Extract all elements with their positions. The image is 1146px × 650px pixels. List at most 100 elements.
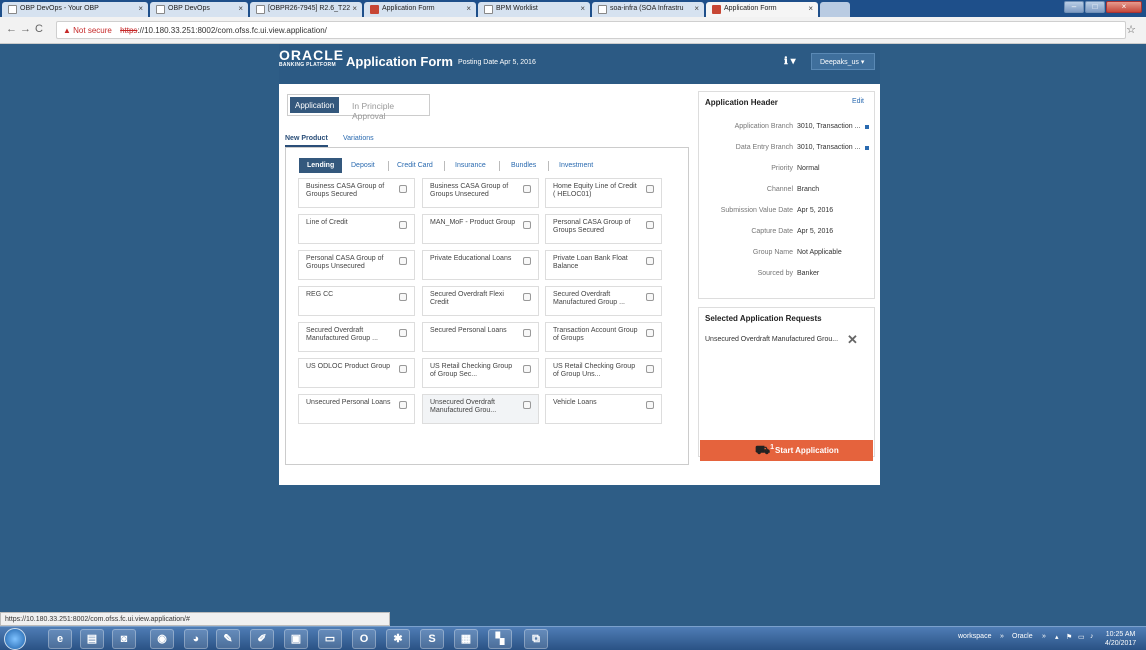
internet-explorer-icon[interactable]: e — [48, 629, 72, 649]
firefox-icon[interactable]: ◕ — [184, 629, 208, 649]
tab-variations[interactable]: Variations — [343, 135, 374, 145]
start-application-button[interactable]: ⛟1 Start Application — [700, 440, 873, 461]
product-card[interactable]: MAN_MoF - Product Group — [422, 214, 539, 244]
reload-icon[interactable]: C — [35, 23, 43, 35]
product-card[interactable]: Secured Personal Loans — [422, 322, 539, 352]
product-card[interactable]: Secured Overdraft Manufactured Group ... — [298, 322, 415, 352]
product-checkbox[interactable] — [523, 329, 531, 337]
remote-desktop-icon[interactable]: ⧉ — [524, 629, 548, 649]
close-icon[interactable]: × — [466, 4, 471, 13]
forward-icon[interactable]: → — [20, 23, 31, 35]
product-card[interactable]: Secured Overdraft Manufactured Group ... — [545, 286, 662, 316]
edit-link[interactable]: Edit — [852, 98, 864, 105]
product-checkbox[interactable] — [399, 401, 407, 409]
product-card[interactable]: Home Equity Line of Credit ( HELOC01) — [545, 178, 662, 208]
opera-icon[interactable]: O — [352, 629, 376, 649]
tab-deposit[interactable]: Deposit — [343, 158, 383, 173]
minimize-button[interactable]: – — [1064, 1, 1084, 13]
product-card[interactable]: Personal CASA Group of Groups Secured — [545, 214, 662, 244]
browser-tab-1[interactable]: OBP DevOps × — [150, 2, 248, 17]
product-checkbox[interactable] — [646, 185, 654, 193]
product-card[interactable]: Private Loan Bank Float Balance — [545, 250, 662, 280]
close-window-button[interactable]: × — [1106, 1, 1142, 13]
user-menu[interactable]: Deepaks_us ▾ — [811, 53, 875, 70]
product-card[interactable]: Transaction Account Group of Groups — [545, 322, 662, 352]
flag-icon[interactable]: ⚑ — [1066, 633, 1072, 641]
tab-bundles[interactable]: Bundles — [503, 158, 544, 173]
product-card-selected[interactable]: Unsecured Overdraft Manufactured Grou... — [422, 394, 539, 424]
product-card[interactable]: Private Educational Loans — [422, 250, 539, 280]
product-card[interactable]: US ODLOC Product Group — [298, 358, 415, 388]
network-icon[interactable]: ▚ — [488, 629, 512, 649]
product-card[interactable]: Business CASA Group of Groups Secured — [298, 178, 415, 208]
excel-icon[interactable]: ▦ — [454, 629, 478, 649]
toolbar-workspace[interactable]: workspace — [958, 633, 991, 640]
product-card[interactable]: Personal CASA Group of Groups Unsecured — [298, 250, 415, 280]
toggle-application[interactable]: Application — [290, 97, 340, 113]
browser-tab-5[interactable]: soa-infra (SOA Infrastru × — [592, 2, 704, 17]
tab-lending[interactable]: Lending — [299, 158, 343, 173]
paint-icon[interactable]: ✎ — [216, 629, 240, 649]
lookup-icon[interactable] — [865, 125, 869, 129]
notepad-icon[interactable]: ✐ — [250, 629, 274, 649]
product-checkbox[interactable] — [646, 365, 654, 373]
tab-investment[interactable]: Investment — [551, 158, 601, 173]
product-checkbox[interactable] — [646, 401, 654, 409]
close-icon[interactable]: × — [352, 4, 357, 13]
tab-credit-card[interactable]: Credit Card — [389, 158, 441, 173]
browser-tab-4[interactable]: BPM Worklist × — [478, 2, 590, 17]
close-icon[interactable]: × — [694, 4, 699, 13]
close-icon[interactable]: × — [808, 4, 813, 13]
browser-tab-6[interactable]: Application Form × — [706, 2, 818, 17]
product-checkbox[interactable] — [523, 401, 531, 409]
product-checkbox[interactable] — [646, 293, 654, 301]
product-checkbox[interactable] — [399, 365, 407, 373]
folder-icon[interactable]: ▭ — [318, 629, 342, 649]
product-checkbox[interactable] — [399, 257, 407, 265]
toggle-in-principle-approval[interactable]: In Principle Approval — [347, 97, 429, 121]
product-checkbox[interactable] — [399, 221, 407, 229]
product-checkbox[interactable] — [523, 257, 531, 265]
tray-up-icon[interactable]: ▴ — [1055, 633, 1059, 641]
product-checkbox[interactable] — [646, 329, 654, 337]
info-icon[interactable]: ℹ ▾ — [784, 56, 796, 67]
product-card[interactable]: Unsecured Personal Loans — [298, 394, 415, 424]
toolbar-oracle[interactable]: Oracle — [1012, 633, 1033, 640]
product-card[interactable]: Line of Credit — [298, 214, 415, 244]
browser-tab-2[interactable]: [OBPR26-7945] R2.6_T22 × — [250, 2, 362, 17]
settings-icon[interactable]: ✱ — [386, 629, 410, 649]
bookmark-star-icon[interactable]: ☆ — [1126, 23, 1136, 36]
product-card[interactable]: US Retail Checking Group of Group Sec... — [422, 358, 539, 388]
lookup-icon[interactable] — [865, 146, 869, 150]
app-icon[interactable]: ◙ — [112, 629, 136, 649]
new-tab-button[interactable] — [820, 2, 850, 17]
terminal-icon[interactable]: ▣ — [284, 629, 308, 649]
close-icon[interactable]: × — [138, 4, 143, 13]
back-icon[interactable]: ← — [6, 23, 17, 35]
browser-tab-0[interactable]: OBP DevOps - Your OBP × — [2, 2, 148, 17]
volume-icon[interactable]: ♪ — [1090, 633, 1094, 640]
url-field[interactable]: ▲ Not secure https://10.180.33.251:8002/… — [56, 21, 1126, 39]
product-checkbox[interactable] — [646, 221, 654, 229]
product-card[interactable]: Vehicle Loans — [545, 394, 662, 424]
product-card[interactable]: Business CASA Group of Groups Unsecured — [422, 178, 539, 208]
network-tray-icon[interactable]: ▭ — [1078, 633, 1085, 641]
tab-insurance[interactable]: Insurance — [447, 158, 494, 173]
tab-new-product[interactable]: New Product — [285, 135, 328, 147]
product-checkbox[interactable] — [399, 293, 407, 301]
file-explorer-icon[interactable]: ▤ — [80, 629, 104, 649]
product-card[interactable]: US Retail Checking Group of Group Uns... — [545, 358, 662, 388]
product-checkbox[interactable] — [523, 293, 531, 301]
product-checkbox[interactable] — [646, 257, 654, 265]
product-checkbox[interactable] — [523, 185, 531, 193]
product-card[interactable]: REG CC — [298, 286, 415, 316]
product-checkbox[interactable] — [399, 329, 407, 337]
chrome-icon[interactable]: ◉ — [150, 629, 174, 649]
remove-icon[interactable]: ✕ — [847, 332, 858, 348]
browser-tab-3[interactable]: Application Form × — [364, 2, 476, 17]
skype-icon[interactable]: S — [420, 629, 444, 649]
maximize-button[interactable]: □ — [1085, 1, 1105, 13]
product-checkbox[interactable] — [523, 221, 531, 229]
product-checkbox[interactable] — [399, 185, 407, 193]
product-checkbox[interactable] — [523, 365, 531, 373]
